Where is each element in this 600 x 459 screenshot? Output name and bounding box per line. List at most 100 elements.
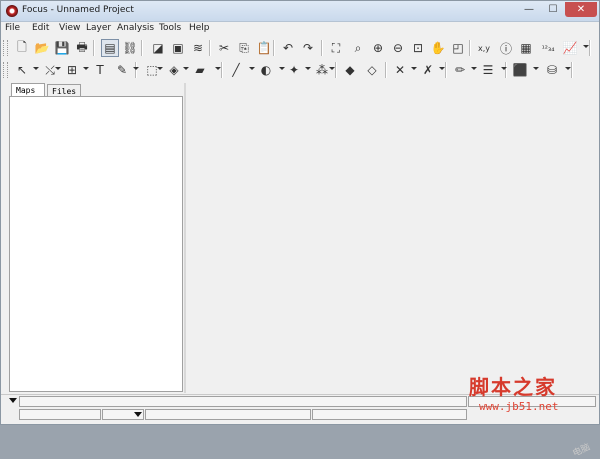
copy-icon[interactable]: ⎘ [235,39,253,57]
watermark-faint: 电脑 [571,442,592,459]
grid-icon[interactable]: ⊞ [63,61,81,79]
chevron-down-icon[interactable] [471,67,477,70]
numbering-icon[interactable]: ¹²₃₄ [539,39,557,57]
zoom-window-icon[interactable]: ⌕ [349,39,367,57]
menu-file[interactable]: File [5,23,20,33]
menu-tools[interactable]: Tools [159,23,181,33]
attribute-table-icon[interactable]: ▦ [517,39,535,57]
pan-hand-icon[interactable]: ✋ [429,39,447,57]
link-icon[interactable]: ⛓ [121,39,139,57]
new-file-icon[interactable]: 🗋 [13,39,31,57]
edit-vertex-icon[interactable]: ⤯ [41,61,59,79]
redo-icon[interactable]: ↷ [299,39,317,57]
app-logo-icon [6,5,18,17]
toolbar-separator [571,62,573,78]
toolbar-separator [589,40,591,56]
fill-icon[interactable]: ◈ [165,61,183,79]
paste-icon[interactable]: 📋 [255,39,273,57]
menu-layer[interactable]: Layer [86,23,111,33]
symbol-icon[interactable]: ▰ [191,61,209,79]
print-icon[interactable]: 🖶 [73,39,91,57]
toolbar-separator [135,62,137,78]
toolbar-grip[interactable] [3,62,8,78]
undo-icon[interactable]: ↶ [279,39,297,57]
drawing-toolbar: ↖ ⤯ ⊞ T ✎ ⬚ ◈ ▰ ╱ ◐ ✦ ⁂ ◆ ◇ ✕ ✗ ✏ ☰ ⬛ ⛁ [1,59,599,81]
toolbar-separator [445,62,447,78]
chevron-down-icon[interactable] [249,67,255,70]
chevron-down-icon[interactable] [55,67,61,70]
chart-tool-icon[interactable]: 📈 [561,39,579,57]
color-circles-icon[interactable]: ⁂ [313,61,331,79]
save-icon[interactable]: 💾 [53,39,71,57]
paint-bucket-icon[interactable]: ⛁ [543,61,561,79]
toolbar-separator [141,40,143,56]
title-bar: Focus - Unnamed Project — ☐ ✕ [1,1,599,22]
line-color-icon[interactable]: ✏ [451,61,469,79]
chevron-down-icon[interactable] [279,67,285,70]
xy-coordinate-icon[interactable]: x,y [475,39,493,57]
dotted-select-icon[interactable]: ⬚ [143,61,161,79]
toolbar-separator [221,62,223,78]
fill-color-icon[interactable]: ⬛ [511,61,529,79]
chevron-down-icon[interactable] [583,45,589,48]
line-tool-icon[interactable]: ╱ [227,61,245,79]
menu-edit[interactable]: Edit [32,23,49,33]
layers-icon[interactable]: ≋ [189,39,207,57]
menu-analysis[interactable]: Analysis [117,23,154,33]
open-folder-icon[interactable]: 📂 [33,39,51,57]
layer-add-icon[interactable]: ◆ [341,61,359,79]
panel-splitter[interactable] [184,83,186,393]
zoom-extent-icon[interactable]: ⛶ [327,39,345,57]
maps-tree-view[interactable] [9,96,183,392]
chevron-down-icon[interactable] [439,67,445,70]
map-canvas[interactable]: 电脑 [187,83,599,459]
main-toolbar: 🗋 📂 💾 🖶 ▤ ⛓ ◪ ▣ ≋ ✂ ⎘ 📋 ↶ ↷ ⛶ ⌕ ⊕ ⊖ ⊡ ✋ ◰ x,y ⓘ ▦ ¹²₃₄ 📈 [1,37,599,59]
maximize-button[interactable]: ☐ [541,2,565,17]
brush-icon[interactable]: ✎ [113,61,131,79]
toolbar-separator [385,62,387,78]
line-style-icon[interactable]: ☰ [479,61,497,79]
marker-cross-icon[interactable]: ✗ [419,61,437,79]
eraser-icon[interactable]: ◪ [149,39,167,57]
chevron-down-icon[interactable] [565,67,571,70]
chevron-down-icon[interactable] [33,67,39,70]
zoom-out-icon[interactable]: ⊖ [389,39,407,57]
zoom-in-icon[interactable]: ⊕ [369,39,387,57]
dropdown-arrow-icon[interactable] [9,398,17,403]
minimize-button[interactable]: — [517,2,541,17]
toolbar-grip[interactable] [3,40,8,56]
shape-icon[interactable]: ◐ [257,61,275,79]
point-icon[interactable]: ✦ [285,61,303,79]
chevron-down-icon[interactable] [157,67,163,70]
menu-help[interactable]: Help [189,23,210,33]
select-arrow-icon[interactable]: ↖ [13,61,31,79]
chevron-down-icon[interactable] [183,67,189,70]
chevron-down-icon[interactable] [305,67,311,70]
status-message-field [19,396,467,407]
frame-icon[interactable]: ▣ [169,39,187,57]
map-document-icon[interactable]: ▤ [101,39,119,57]
chevron-down-icon[interactable] [133,67,139,70]
zoom-layer-icon[interactable]: ⊡ [409,39,427,57]
text-tool-icon[interactable]: T [91,61,109,79]
menu-bar: File Edit View Layer Analysis Tools Help [1,22,599,36]
cut-icon[interactable]: ✂ [215,39,233,57]
info-icon[interactable]: ⓘ [497,39,515,57]
chevron-down-icon[interactable] [329,67,335,70]
marker-x-icon[interactable]: ✕ [391,61,409,79]
menu-view[interactable]: View [59,23,80,33]
chevron-down-icon[interactable] [83,67,89,70]
chevron-down-icon[interactable] [501,67,507,70]
layer-stack-icon[interactable]: ◇ [363,61,381,79]
close-button[interactable]: ✕ [565,2,597,17]
chevron-down-icon[interactable] [533,67,539,70]
chevron-down-icon[interactable] [215,67,221,70]
watermark-logo-text: 脚本之家 [469,375,557,399]
toolbar-separator [273,40,275,56]
status-units-field [145,409,311,420]
toolbar-separator [505,62,507,78]
zoom-previous-icon[interactable]: ◰ [449,39,467,57]
chevron-down-icon[interactable] [411,67,417,70]
chevron-down-icon[interactable] [134,412,142,417]
tab-maps[interactable]: Maps [11,83,45,97]
